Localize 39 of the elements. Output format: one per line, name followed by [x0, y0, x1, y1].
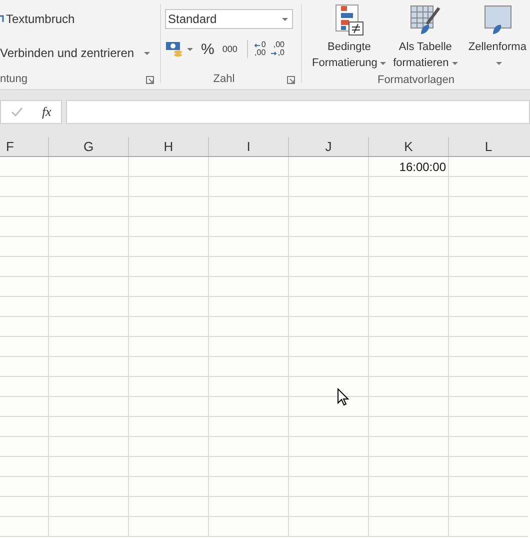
conditional-format-icon: [333, 4, 366, 36]
thousands-button[interactable]: 000: [222, 44, 238, 54]
decrease-decimal-button[interactable]: ,00 ,0: [270, 41, 284, 57]
table-cell[interactable]: [288, 517, 368, 537]
table-brush-icon: [409, 4, 442, 36]
currency-icon[interactable]: [165, 41, 183, 57]
table-cell[interactable]: [368, 517, 448, 537]
column-header[interactable]: I: [208, 137, 288, 156]
column-header[interactable]: H: [128, 137, 208, 156]
column-header[interactable]: K: [368, 137, 448, 156]
table-cell[interactable]: [128, 517, 208, 537]
wrap-text-button[interactable]: Textumbruch: [6, 12, 75, 26]
caret-icon[interactable]: [187, 48, 193, 50]
wrap-text-icon: [0, 14, 4, 24]
group-label: Formatvorlagen: [376, 74, 456, 86]
percent-button[interactable]: %: [201, 40, 214, 58]
table-cell[interactable]: [48, 517, 128, 537]
table-cell[interactable]: [208, 517, 288, 537]
column-header[interactable]: J: [288, 137, 368, 156]
check-icon[interactable]: [10, 107, 23, 117]
dialog-launcher-icon[interactable]: [287, 76, 295, 84]
group-label: Zahl: [212, 73, 236, 85]
column-header[interactable]: F: [0, 137, 48, 156]
style-button[interactable]: Bedingte Formatierung: [312, 4, 386, 71]
caret-icon[interactable]: [144, 52, 150, 54]
right-arrow-icon: [270, 50, 277, 56]
number-format-dropdown[interactable]: Standard: [165, 9, 293, 29]
increase-decimal-button[interactable]: 0 ,00: [254, 41, 266, 57]
dialog-launcher-icon[interactable]: [146, 76, 154, 84]
group-label: ntung: [0, 73, 28, 85]
style-button[interactable]: Zellenforma: [464, 4, 530, 71]
style-button[interactable]: Als Tabelle formatieren: [392, 4, 458, 71]
column-header[interactable]: G: [48, 137, 128, 156]
table-cell[interactable]: [448, 517, 528, 537]
column-header[interactable]: L: [448, 137, 528, 156]
left-arrow-icon: [254, 42, 260, 48]
formula-input-field[interactable]: [66, 100, 530, 124]
merge-center-button[interactable]: Verbinden und zentrieren: [0, 46, 134, 60]
insert-function-button[interactable]: fx: [42, 104, 52, 120]
